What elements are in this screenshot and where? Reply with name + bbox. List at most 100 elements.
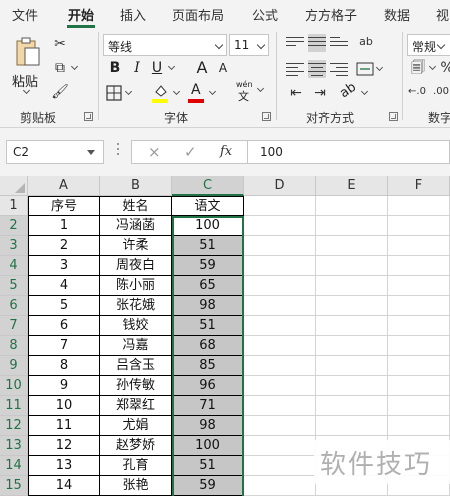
table-cell[interactable]: 孙传敏 xyxy=(100,376,172,396)
empty-cell[interactable] xyxy=(244,316,316,336)
table-cell[interactable]: 尤娟 xyxy=(100,416,172,436)
table-cell[interactable]: 12 xyxy=(28,436,100,456)
column-header-f[interactable]: F xyxy=(388,176,450,196)
empty-cell[interactable] xyxy=(316,356,388,376)
number-format-dropdown[interactable]: 常规 xyxy=(407,34,450,56)
formula-bar-grip-icon[interactable] xyxy=(117,143,120,157)
decrease-indent-icon[interactable]: ⇤ xyxy=(286,83,306,103)
align-right-icon[interactable] xyxy=(330,60,348,78)
table-cell[interactable]: 11 xyxy=(28,416,100,436)
tab-formulas[interactable]: 公式 xyxy=(252,5,278,24)
empty-cell[interactable] xyxy=(244,296,316,316)
percent-icon[interactable]: % xyxy=(440,58,450,78)
column-header-c[interactable]: C xyxy=(172,176,244,196)
currency-format-icon[interactable]: 🗐 xyxy=(408,58,428,78)
row-header[interactable]: 13 xyxy=(0,436,28,456)
copy-icon[interactable]: ⧉ xyxy=(50,58,70,78)
decrease-decimal-icon[interactable]: .00 xyxy=(430,82,450,102)
tab-insert[interactable]: 插入 xyxy=(120,5,146,24)
header-cell[interactable]: 语文 xyxy=(172,196,244,216)
table-cell[interactable]: 51 xyxy=(172,236,244,256)
table-cell[interactable]: 51 xyxy=(172,316,244,336)
formula-input[interactable]: 100 xyxy=(247,140,450,164)
increase-indent-icon[interactable]: ⇥ xyxy=(310,83,330,103)
row-header[interactable]: 14 xyxy=(0,456,28,476)
row-header[interactable]: 15 xyxy=(0,476,28,496)
table-cell[interactable]: 10 xyxy=(28,396,100,416)
empty-cell[interactable] xyxy=(316,396,388,416)
row-header[interactable]: 6 xyxy=(0,296,28,316)
column-header-b[interactable]: B xyxy=(100,176,172,196)
table-cell[interactable]: 96 xyxy=(172,376,244,396)
table-cell[interactable]: 钱姣 xyxy=(100,316,172,336)
empty-cell[interactable] xyxy=(316,376,388,396)
table-cell[interactable]: 1 xyxy=(28,216,100,236)
font-name-dropdown[interactable]: 等线 xyxy=(103,34,227,56)
empty-cell[interactable] xyxy=(316,416,388,436)
select-all-button[interactable] xyxy=(0,176,28,196)
merge-center-button[interactable] xyxy=(356,60,386,78)
empty-cell[interactable] xyxy=(388,236,450,256)
clipboard-launcher-icon[interactable] xyxy=(84,112,93,121)
empty-cell[interactable] xyxy=(244,436,316,456)
empty-cell[interactable] xyxy=(388,216,450,236)
empty-cell[interactable] xyxy=(244,236,316,256)
table-cell[interactable]: 51 xyxy=(172,456,244,476)
table-cell[interactable]: 张艳 xyxy=(100,476,172,496)
empty-cell[interactable] xyxy=(388,416,450,436)
tab-view[interactable]: 视 xyxy=(436,5,449,24)
header-cell[interactable]: 序号 xyxy=(28,196,100,216)
tab-page-layout[interactable]: 页面布局 xyxy=(172,5,224,24)
tab-home[interactable]: 开始 xyxy=(68,5,94,24)
table-cell[interactable]: 100 xyxy=(172,436,244,456)
empty-cell[interactable] xyxy=(244,276,316,296)
table-cell[interactable]: 98 xyxy=(172,416,244,436)
row-header[interactable]: 4 xyxy=(0,256,28,276)
table-cell[interactable]: 冯涵菡 xyxy=(100,216,172,236)
table-cell[interactable]: 98 xyxy=(172,296,244,316)
cut-icon[interactable]: ✂ xyxy=(50,34,70,54)
table-cell[interactable]: 许柔 xyxy=(100,236,172,256)
empty-cell[interactable] xyxy=(316,236,388,256)
row-header[interactable]: 3 xyxy=(0,236,28,256)
row-header[interactable]: 1 xyxy=(0,196,28,216)
font-size-dropdown[interactable]: 11 xyxy=(229,34,269,56)
enter-icon[interactable]: ✓ xyxy=(184,143,197,161)
empty-cell[interactable] xyxy=(316,276,388,296)
table-cell[interactable]: 85 xyxy=(172,356,244,376)
insert-function-icon[interactable]: fx xyxy=(220,144,232,159)
empty-cell[interactable] xyxy=(388,356,450,376)
table-cell[interactable]: 张花娥 xyxy=(100,296,172,316)
table-cell[interactable]: 59 xyxy=(172,256,244,276)
row-header[interactable]: 12 xyxy=(0,416,28,436)
header-cell[interactable]: 姓名 xyxy=(100,196,172,216)
bold-button[interactable]: B xyxy=(106,58,124,78)
chevron-down-icon[interactable] xyxy=(70,62,79,71)
table-cell[interactable]: 71 xyxy=(172,396,244,416)
empty-cell[interactable] xyxy=(316,296,388,316)
table-cell[interactable]: 9 xyxy=(28,376,100,396)
align-middle-icon[interactable] xyxy=(308,34,326,52)
row-header[interactable]: 5 xyxy=(0,276,28,296)
table-cell[interactable]: 7 xyxy=(28,336,100,356)
empty-cell[interactable] xyxy=(244,216,316,236)
table-cell[interactable]: 冯嘉 xyxy=(100,336,172,356)
table-cell[interactable]: 13 xyxy=(28,456,100,476)
empty-cell[interactable] xyxy=(388,256,450,276)
format-painter-icon[interactable]: 🖌 xyxy=(50,82,70,102)
table-cell[interactable]: 陈小丽 xyxy=(100,276,172,296)
tab-data[interactable]: 数据 xyxy=(384,5,410,24)
empty-cell[interactable] xyxy=(244,396,316,416)
table-cell[interactable]: 5 xyxy=(28,296,100,316)
tab-fangfang-gezi[interactable]: 方方格子 xyxy=(305,5,357,24)
column-header-a[interactable]: A xyxy=(28,176,100,196)
borders-button[interactable] xyxy=(106,83,136,103)
table-cell[interactable]: 68 xyxy=(172,336,244,356)
table-cell[interactable]: 6 xyxy=(28,316,100,336)
shrink-font-button[interactable]: A xyxy=(214,58,232,78)
table-cell[interactable]: 赵梦娇 xyxy=(100,436,172,456)
table-cell[interactable]: 周夜白 xyxy=(100,256,172,276)
grow-font-button[interactable]: A xyxy=(193,58,211,78)
empty-cell[interactable] xyxy=(244,376,316,396)
empty-cell[interactable] xyxy=(316,196,388,216)
